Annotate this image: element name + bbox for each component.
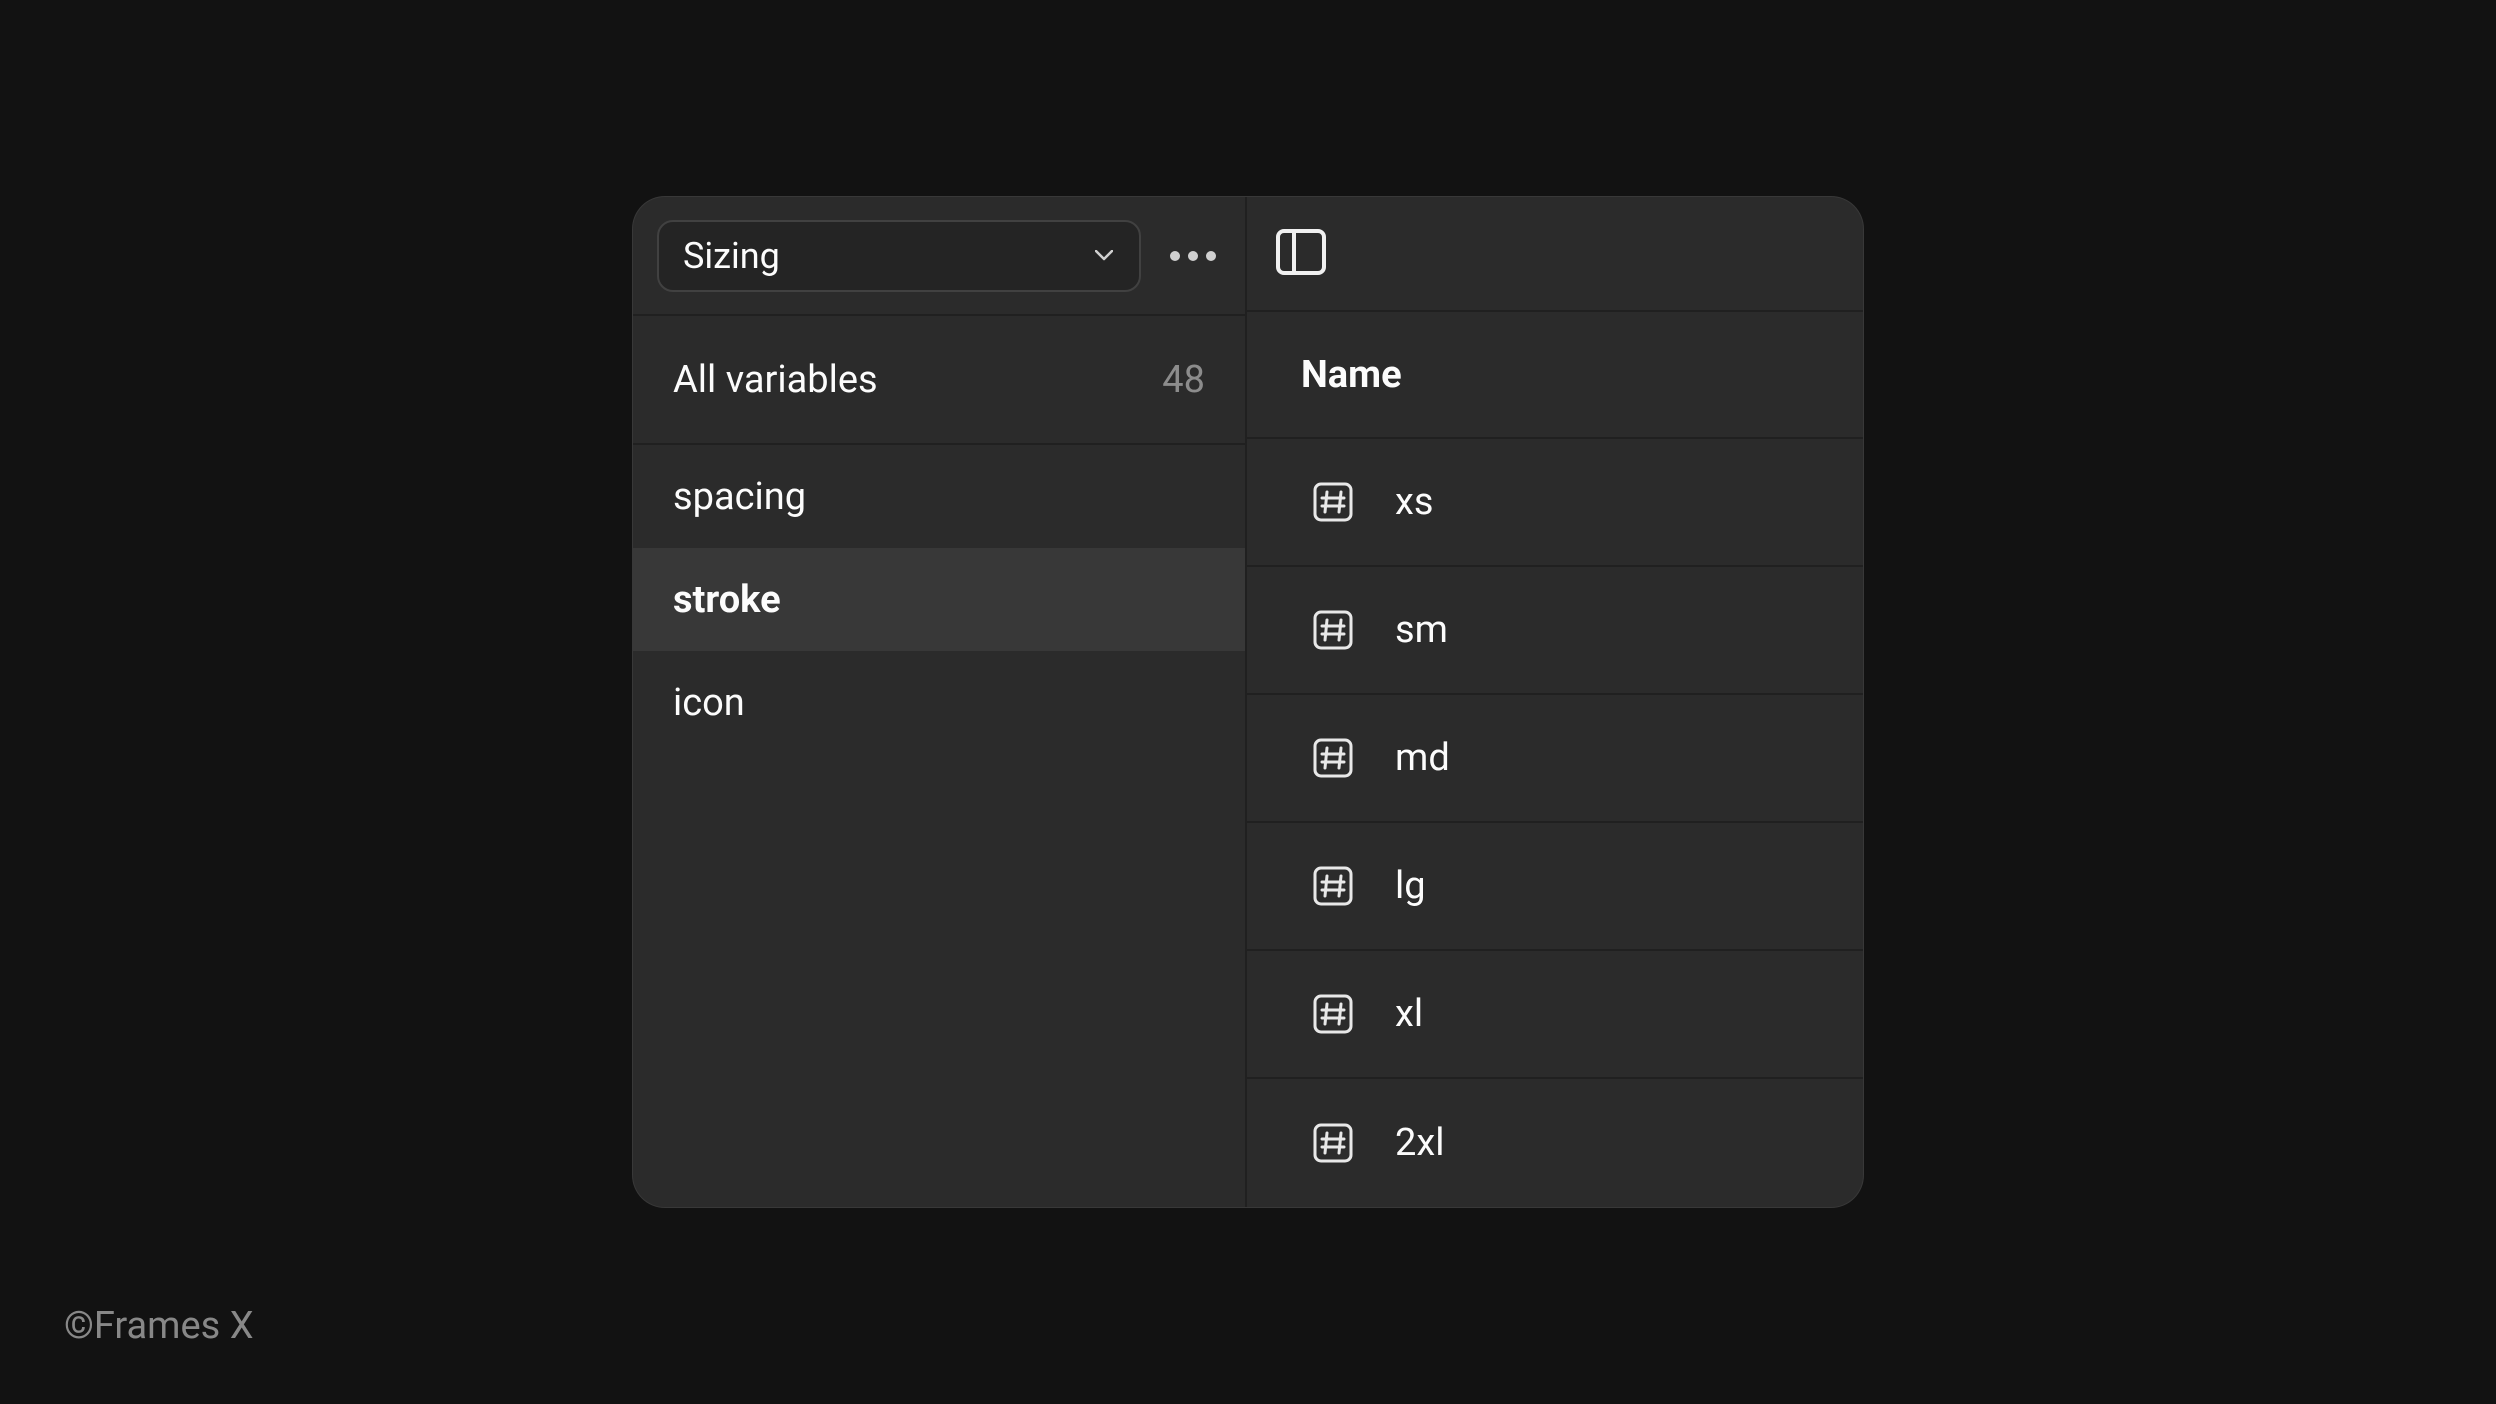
sidebar-group-item[interactable]: icon: [633, 651, 1245, 754]
column-header-label: Name: [1301, 353, 1402, 397]
variable-name: xl: [1395, 992, 1423, 1036]
column-header-name: Name: [1247, 312, 1863, 439]
number-variable-icon: [1313, 994, 1353, 1034]
left-header: Sizing: [633, 197, 1245, 316]
variable-name: xs: [1395, 480, 1433, 524]
number-variable-icon: [1313, 738, 1353, 778]
variable-row[interactable]: lg: [1247, 823, 1863, 951]
number-variable-icon: [1313, 610, 1353, 650]
chevron-down-icon: [1093, 245, 1115, 267]
variable-row[interactable]: sm: [1247, 567, 1863, 695]
right-header: [1247, 197, 1863, 312]
number-variable-icon: [1313, 866, 1353, 906]
variable-name: 2xl: [1395, 1121, 1444, 1165]
left-body: All variables 48 spacing stroke icon: [633, 316, 1245, 1207]
variable-row[interactable]: xs: [1247, 439, 1863, 567]
all-variables-count: 48: [1162, 358, 1205, 402]
variable-row[interactable]: md: [1247, 695, 1863, 823]
variable-name: md: [1395, 736, 1450, 780]
variable-name: sm: [1395, 608, 1448, 652]
layout-toggle-button[interactable]: [1275, 228, 1327, 280]
footer-credit: ©Frames X: [64, 1304, 254, 1348]
collection-dropdown-label: Sizing: [683, 235, 780, 277]
collection-dropdown[interactable]: Sizing: [657, 220, 1141, 292]
sidebar-group-item[interactable]: stroke: [633, 548, 1245, 651]
all-variables-label: All variables: [673, 358, 878, 402]
variable-name: lg: [1395, 864, 1426, 908]
sidebar-group-label: stroke: [673, 578, 781, 622]
variable-row[interactable]: xl: [1247, 951, 1863, 1079]
number-variable-icon: [1313, 1123, 1353, 1163]
variable-row[interactable]: 2xl: [1247, 1079, 1863, 1207]
sidebar-group-item[interactable]: spacing: [633, 445, 1245, 548]
left-sidebar: Sizing All variables 48 spaci: [633, 197, 1247, 1207]
number-variable-icon: [1313, 482, 1353, 522]
sidebar-group-label: icon: [673, 681, 745, 725]
right-pane: Name xs sm md lg xl 2xl: [1247, 197, 1863, 1207]
more-options-button[interactable]: [1165, 228, 1221, 284]
sidebar-group-label: spacing: [673, 475, 806, 519]
all-variables-item[interactable]: All variables 48: [633, 316, 1245, 445]
variables-panel: Sizing All variables 48 spaci: [633, 197, 1863, 1207]
sidebar-layout-icon: [1276, 229, 1326, 279]
